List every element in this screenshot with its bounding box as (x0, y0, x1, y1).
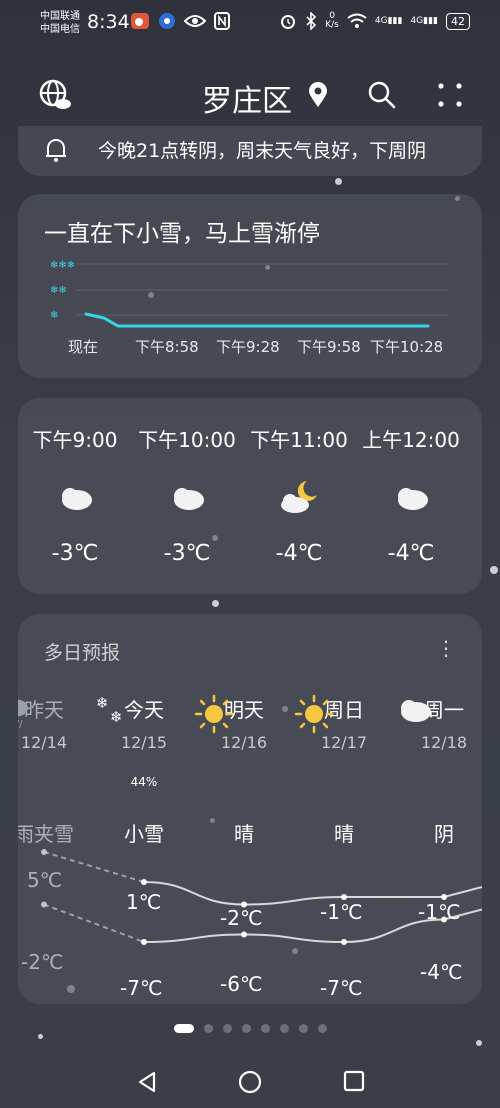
heavy-snow-level-icon: ❄❄❄ (50, 260, 75, 271)
nfc-icon (214, 12, 230, 30)
battery-indicator: 42 (446, 12, 470, 30)
precip-tick: 现在 (68, 338, 99, 356)
cloudy-icon (174, 488, 204, 510)
hour-temp: -4℃ (275, 541, 323, 566)
location-pin-icon (309, 82, 327, 107)
snowflake (212, 600, 219, 607)
high-temp-label: 5℃ (27, 868, 63, 892)
net-speed-unit: K/s (325, 20, 339, 30)
signal-1-label: 4G (374, 16, 388, 26)
signal-1: 4G▮▮▮ (374, 16, 403, 26)
high-temp-point (141, 879, 147, 885)
hour-temp: -4℃ (387, 541, 435, 566)
carrier-2: 中国电信 (40, 24, 80, 35)
high-temp-point (41, 849, 47, 855)
signal-2-label: 4G (410, 16, 424, 26)
bell-icon (46, 139, 66, 162)
high-temp-label: -1℃ (320, 900, 363, 924)
wifi-icon (347, 13, 367, 28)
notification-icons (130, 12, 230, 30)
hour-label: 下午10:00 (138, 428, 236, 452)
cloudy-icon (398, 488, 428, 510)
page-dot[interactable] (203, 1024, 213, 1033)
high-temp-label: -1℃ (418, 900, 461, 924)
system-navigation-bar (0, 1062, 500, 1102)
high-temp-label: 1℃ (126, 890, 162, 914)
low-temp-point (241, 931, 247, 938)
light-snow-level-icon: ❄ (50, 310, 58, 321)
precipitation-card[interactable]: 一直在下小雪，马上雪渐停 ❄❄❄ ❄❄ ❄ 现在 下午8:58 下午9:28 下… (18, 194, 482, 378)
hourly-item: 下午10:00 -3℃ (132, 424, 242, 566)
precip-tick: 下午9:58 (297, 338, 361, 356)
page-dot[interactable] (298, 1024, 308, 1033)
location-title[interactable]: 罗庄区 (202, 76, 292, 120)
low-temp-point (41, 901, 47, 908)
hour-temp: -3℃ (163, 541, 211, 566)
recents-icon[interactable] (343, 1070, 365, 1092)
low-temp-label: -7℃ (320, 976, 363, 1000)
precip-tick: 下午8:58 (135, 338, 199, 356)
cloudy-night-icon (281, 481, 317, 513)
page-dot[interactable] (317, 1024, 327, 1033)
page-dot[interactable] (222, 1024, 232, 1033)
precipitation-line (84, 312, 430, 328)
carrier-1: 中国联通 (40, 11, 80, 22)
hourly-item: 上午12:00 -4℃ (356, 424, 466, 566)
page-dot[interactable] (241, 1024, 251, 1033)
page-indicator[interactable] (0, 1024, 500, 1033)
temperature-trend-chart (41, 849, 482, 945)
app-header: 罗庄区 (0, 68, 500, 120)
low-temp-label: -6℃ (220, 972, 263, 996)
cloudy-icon (62, 488, 92, 510)
search-icon[interactable] (367, 80, 397, 110)
home-icon[interactable] (238, 1070, 262, 1094)
weather-alert-banner[interactable]: 今晚21点转阴，周末天气良好，下周阴 (18, 126, 482, 176)
hourly-forecast-card[interactable]: 下午9:00 -3℃ 下午10:00 -3℃ 下午11:00 -4℃ 上午12:… (18, 398, 482, 594)
signal-2: 4G▮▮▮ (410, 16, 438, 26)
alert-text: 今晚21点转阴，周末天气良好，下周阴 (98, 140, 427, 162)
weibo-icon (131, 13, 149, 29)
hour-temp: -3℃ (51, 541, 99, 566)
low-temp-point (141, 939, 147, 945)
eye-icon (184, 15, 206, 27)
app-icon (159, 13, 175, 29)
hourly-item: 下午9:00 -3℃ (20, 424, 130, 566)
hourly-item: 下午11:00 -4℃ (244, 424, 354, 566)
precip-tick: 下午9:28 (216, 338, 280, 356)
status-bar: 中国联通 中国电信 8:34 0 K/s 4G▮▮▮ 4G▮▮▮ 42 (0, 0, 500, 48)
back-icon[interactable] (136, 1070, 158, 1094)
net-speed: 0 K/s (325, 12, 339, 30)
hour-label: 下午11:00 (250, 428, 348, 452)
precip-tick: 下午10:28 (370, 338, 444, 356)
alarm-icon (281, 15, 296, 29)
carrier-names: 中国联通 中国电信 (40, 10, 80, 36)
moderate-snow-level-icon: ❄❄ (50, 285, 67, 296)
more-icon[interactable] (437, 82, 463, 108)
page-dot[interactable] (260, 1024, 270, 1033)
low-temp-label: -7℃ (120, 976, 163, 1000)
low-temp-label: -4℃ (420, 960, 463, 984)
snowflake (38, 1034, 43, 1039)
page-dot-active[interactable] (173, 1024, 194, 1033)
page-dot[interactable] (279, 1024, 289, 1033)
snowflake (335, 178, 342, 185)
low-temp-point (341, 939, 347, 945)
clock: 8:34 (87, 11, 130, 33)
low-temp-label: -2℃ (21, 950, 64, 974)
hour-label: 下午9:00 (32, 428, 118, 452)
bluetooth-icon (306, 12, 317, 30)
snowflake (476, 1040, 482, 1046)
multi-day-forecast-card[interactable]: 多日预报 ⋮ 昨天 12/14 ❄/// 雨夹雪 今天 12/15 ❄ ❄ 44%… (18, 614, 482, 1004)
high-temp-label: -2℃ (220, 906, 263, 930)
globe-cloud-icon[interactable] (38, 78, 72, 112)
snowflake (490, 566, 498, 574)
hour-label: 上午12:00 (362, 428, 460, 452)
system-indicators: 0 K/s 4G▮▮▮ 4G▮▮▮ 42 (279, 12, 470, 30)
